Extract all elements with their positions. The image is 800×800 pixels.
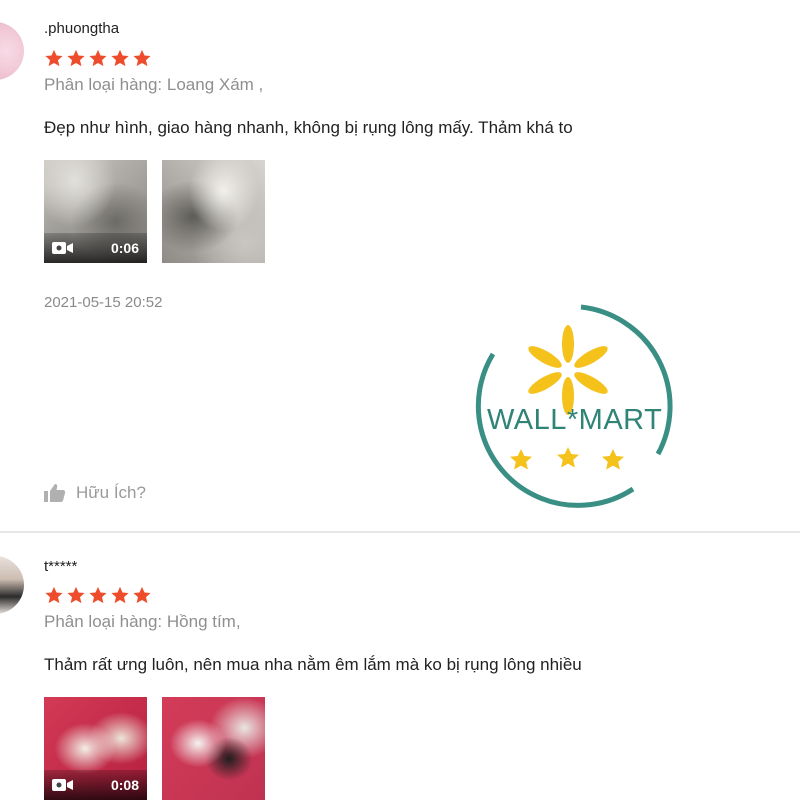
star-icon [88,49,108,67]
star-icon [44,49,64,67]
reviewer-username: t***** [44,558,78,575]
watermark-stars [510,447,624,470]
star-icon [88,586,108,604]
review-media: 0:06 [44,160,265,263]
review-video-thumbnail[interactable]: 0:08 [44,697,147,800]
video-camera-icon [52,241,74,255]
video-overlay: 0:08 [44,770,147,800]
star-icon [132,49,152,67]
star-icon [66,49,86,67]
avatar[interactable] [0,22,24,80]
rating-stars [44,586,152,604]
star-icon [110,49,130,67]
video-duration: 0:06 [110,240,139,256]
rating-stars [44,49,152,67]
review-timestamp: 2021-05-15 20:52 [44,294,163,311]
product-variant: Phân loại hàng: Hồng tím, [44,612,241,631]
video-camera-icon [52,778,74,792]
reviewer-username: .phuongtha [44,20,120,37]
spark-icon [528,325,608,415]
review-image-thumbnail[interactable] [162,160,265,263]
watermark-brand-text: WALL*MART [487,404,663,436]
helpful-label: Hữu Ích? [76,483,146,502]
helpful-button[interactable]: Hữu Ích? [44,483,146,503]
video-overlay: 0:06 [44,233,147,263]
video-duration: 0:08 [110,777,139,793]
product-variant: Phân loại hàng: Loang Xám , [44,75,264,94]
thumbs-up-icon [44,483,66,503]
star-icon [132,586,152,604]
review-media: 0:08 [44,697,265,800]
avatar[interactable] [0,556,24,614]
review-image-thumbnail[interactable] [162,697,265,800]
wallmart-watermark-logo: WALL*MART [463,299,673,509]
review-comment: Đẹp như hình, giao hàng nhanh, không bị … [44,118,573,137]
review-video-thumbnail[interactable]: 0:06 [44,160,147,263]
star-icon [110,586,130,604]
star-icon [66,586,86,604]
review-divider [0,531,800,533]
star-icon [44,586,64,604]
review-comment: Thảm rất ưng luôn, nên mua nha nằm êm lắ… [44,655,582,674]
